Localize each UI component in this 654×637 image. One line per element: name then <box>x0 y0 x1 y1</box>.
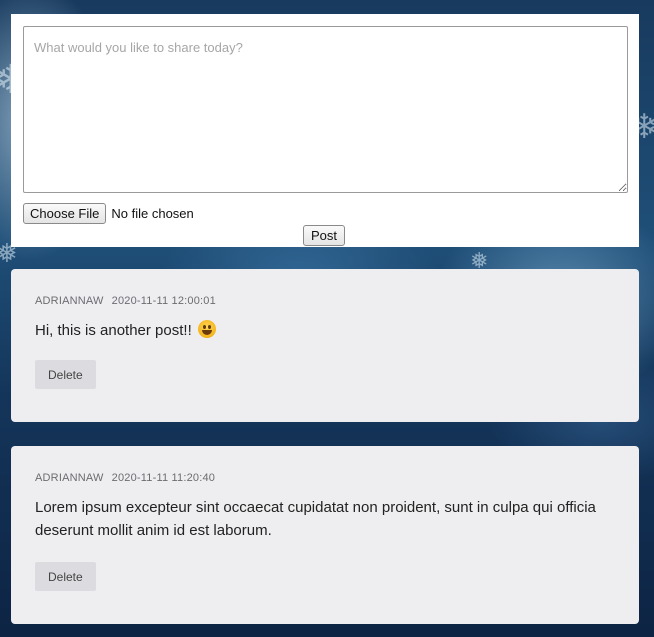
post-text: Hi, this is another post!! <box>35 322 192 339</box>
post-body: Lorem ipsum excepteur sint occaecat cupi… <box>35 496 615 542</box>
share-textarea[interactable] <box>23 26 628 193</box>
post-body: Hi, this is another post!! <box>35 319 615 342</box>
post-meta: ADRIANNAW 2020-11-11 11:20:40 <box>35 470 615 486</box>
post-composer: Choose File No file chosen Post <box>11 14 639 247</box>
delete-post-button[interactable]: Delete <box>35 562 96 591</box>
post-timestamp: 2020-11-11 11:20:40 <box>111 472 216 484</box>
delete-post-button[interactable]: Delete <box>35 360 96 389</box>
file-status-text: No file chosen <box>111 206 194 221</box>
file-upload-row: Choose File No file chosen <box>23 203 194 224</box>
post-card: ADRIANNAW 2020-11-11 11:20:40 Lorem ipsum… <box>11 446 639 624</box>
post-button[interactable]: Post <box>303 225 346 246</box>
post-text: Lorem ipsum excepteur sint occaecat cupi… <box>35 499 596 539</box>
choose-file-button[interactable]: Choose File <box>23 203 107 224</box>
post-meta: ADRIANNAW 2020-11-11 12:00:01 <box>35 293 615 309</box>
grinning-face-emoji-icon <box>197 320 216 338</box>
post-timestamp: 2020-11-11 12:00:01 <box>111 295 216 307</box>
post-author: ADRIANNAW <box>35 472 104 484</box>
post-author: ADRIANNAW <box>35 295 104 307</box>
post-card: ADRIANNAW 2020-11-11 12:00:01 Hi, this is… <box>11 269 639 422</box>
